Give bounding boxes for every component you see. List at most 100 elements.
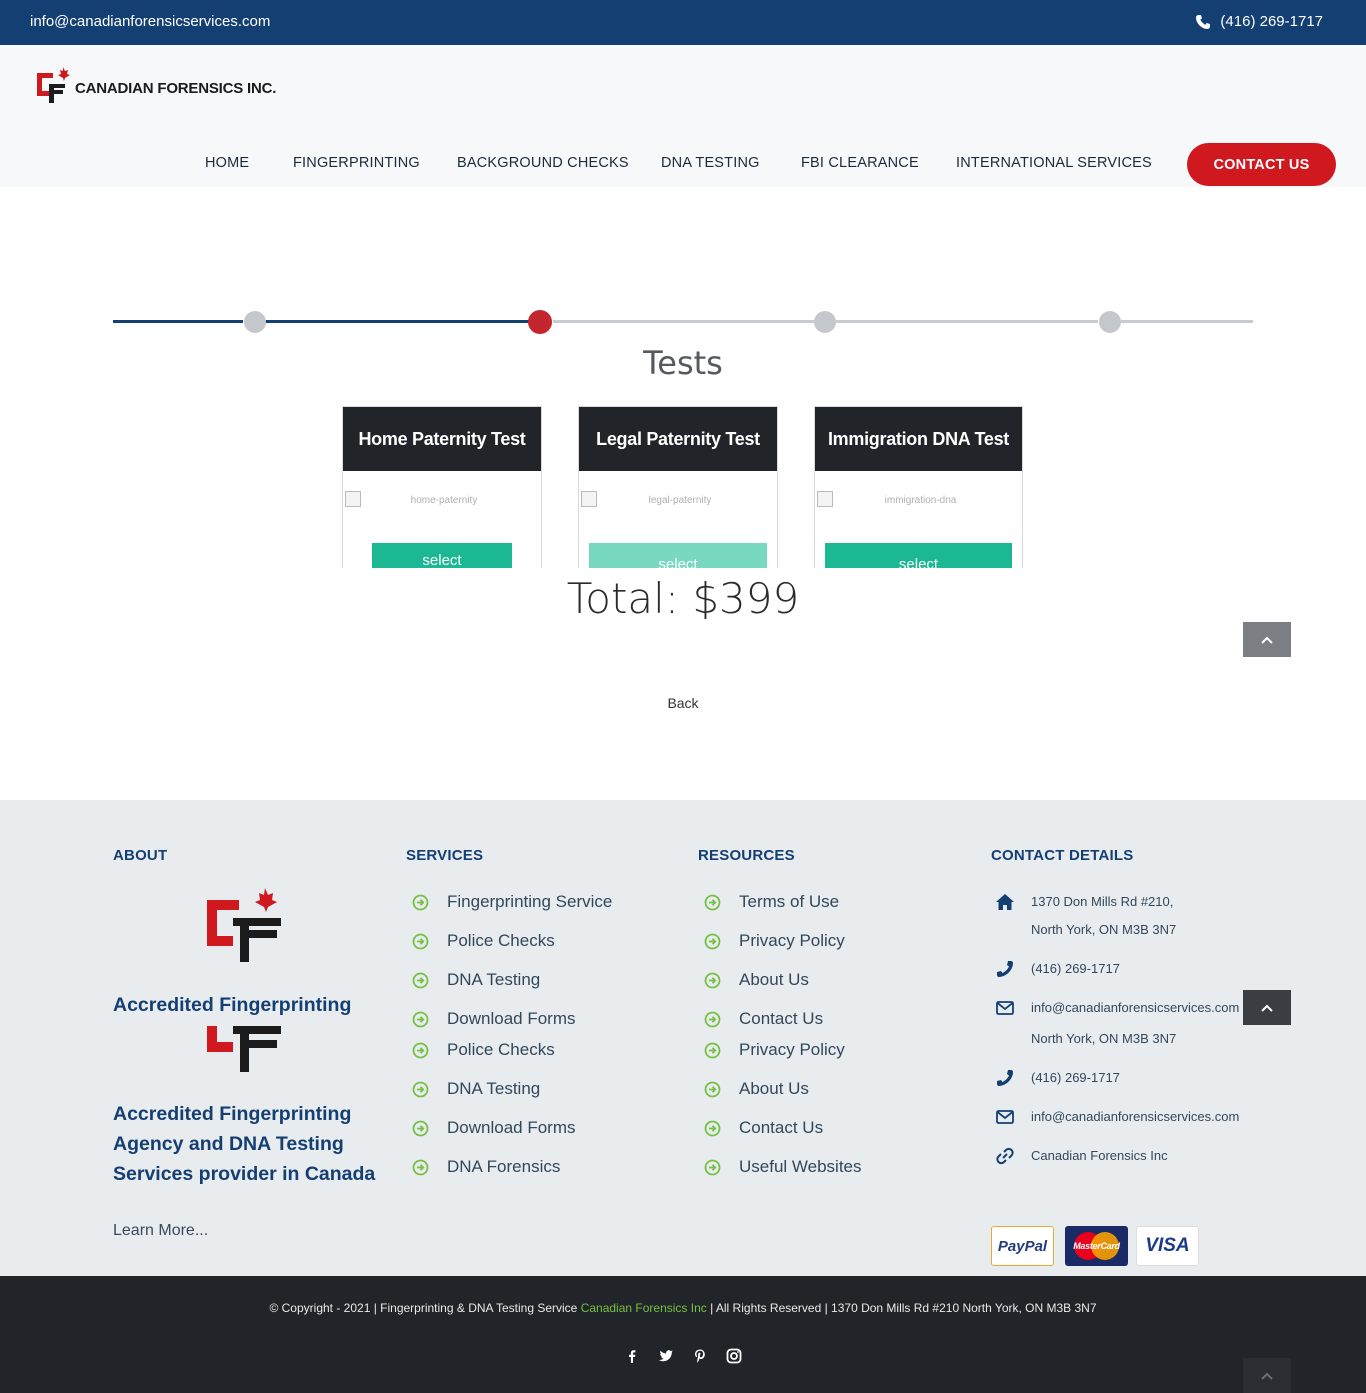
resources-link[interactable]: About Us — [704, 1079, 809, 1099]
arrow-circle-right-icon — [704, 1159, 721, 1175]
services-link[interactable]: Police Checks — [412, 931, 555, 951]
scroll-to-top-button[interactable] — [1243, 1358, 1291, 1393]
copyright-prefix: © Copyright - 2021 | Fingerprinting & DN… — [269, 1301, 581, 1315]
services-link[interactable]: DNA Testing — [412, 1079, 540, 1099]
nav-dna-testing[interactable]: DNA TESTING — [661, 155, 760, 171]
select-button[interactable]: select — [589, 543, 767, 568]
learn-more-link[interactable]: Learn More... — [113, 1222, 208, 1240]
pinterest-icon[interactable] — [692, 1348, 708, 1364]
card-image: legal-paternity — [581, 491, 777, 511]
twitter-icon[interactable] — [658, 1348, 674, 1364]
main-nav: HOME FINGERPRINTING BACKGROUND CHECKS DN… — [0, 143, 1366, 187]
card-title: Immigration DNA Test — [815, 407, 1022, 471]
chevron-up-icon — [1261, 636, 1273, 644]
select-button[interactable]: select — [825, 543, 1012, 568]
copyright-suffix: | All Rights Reserved | 1370 Don Mills R… — [706, 1301, 1097, 1315]
website-label: Canadian Forensics Inc — [1031, 1148, 1168, 1163]
site-logo[interactable]: CANADIAN FORENSICS INC. — [35, 65, 276, 105]
services-link[interactable]: Download Forms — [412, 1009, 576, 1029]
resources-link[interactable]: Privacy Policy — [704, 1040, 845, 1060]
copyright-text: © Copyright - 2021 | Fingerprinting & DN… — [0, 1301, 1366, 1315]
services-link[interactable]: DNA Testing — [412, 970, 540, 990]
arrow-circle-right-icon — [412, 1081, 429, 1097]
total-price: Total: $399 — [566, 574, 800, 623]
link-label: Privacy Policy — [739, 931, 845, 950]
bottom-bar: © Copyright - 2021 | Fingerprinting & DN… — [0, 1276, 1366, 1393]
link-label: Contact Us — [739, 1009, 824, 1028]
mastercard-label: MasterCard — [1073, 1241, 1120, 1251]
email-label: info@canadianforensicservices.com — [1031, 1109, 1240, 1124]
services-link[interactable]: DNA Forensics — [412, 1157, 560, 1177]
arrow-circle-right-icon — [412, 894, 429, 910]
progress-segment-done — [265, 320, 529, 323]
resources-link[interactable]: Contact Us — [704, 1009, 823, 1029]
services-link[interactable]: Download Forms — [412, 1118, 576, 1138]
visa-badge: VISA — [1136, 1226, 1199, 1266]
nav-home[interactable]: HOME — [205, 155, 249, 171]
image-alt-text: legal-paternity — [648, 495, 712, 506]
select-button[interactable]: select — [372, 543, 512, 568]
test-card-home-paternity[interactable]: Home Paternity Test home-paternity selec… — [342, 406, 542, 568]
services-heading: SERVICES — [406, 847, 484, 864]
copyright-link[interactable]: Canadian Forensics Inc — [581, 1301, 707, 1315]
test-card-immigration-dna[interactable]: Immigration DNA Test immigration-dna sel… — [814, 406, 1023, 568]
scroll-to-top-button[interactable] — [1243, 990, 1291, 1025]
services-link[interactable]: Police Checks — [412, 1040, 555, 1060]
footer-logo-repeat-icon — [207, 1026, 281, 1072]
contact-us-button[interactable]: CONTACT US — [1187, 143, 1336, 186]
nav-international-services[interactable]: INTERNATIONAL SERVICES — [956, 155, 1152, 171]
nav-fingerprinting[interactable]: FINGERPRINTING — [293, 155, 420, 171]
about-heading: ABOUT — [113, 847, 168, 864]
instagram-icon[interactable] — [726, 1348, 742, 1364]
brand-name: CANADIAN FORENSICS INC. — [75, 79, 277, 97]
phone-label: (416) 269-1717 — [1031, 961, 1120, 976]
resources-link[interactable]: Terms of Use — [704, 892, 839, 912]
step-progress-bar — [113, 310, 1253, 334]
address-line-2: North York, ON M3B 3N7 — [1031, 1031, 1177, 1046]
link-label: Useful Websites — [739, 1157, 862, 1176]
site-header: CANADIAN FORENSICS INC. HOME FINGERPRINT… — [0, 45, 1366, 187]
nav-background-checks[interactable]: BACKGROUND CHECKS — [457, 155, 629, 171]
arrow-circle-right-icon — [412, 933, 429, 949]
home-icon — [996, 894, 1014, 910]
arrow-circle-right-icon — [412, 1011, 429, 1027]
topbar-email[interactable]: info@canadianforensicservices.com — [30, 13, 270, 30]
card-title: Legal Paternity Test — [579, 407, 777, 471]
topbar-phone[interactable]: (416) 269-1717 — [1195, 13, 1323, 30]
link-label: DNA Testing — [447, 1079, 541, 1098]
facebook-icon[interactable] — [624, 1348, 640, 1364]
chevron-up-icon — [1261, 1004, 1273, 1012]
resources-link[interactable]: About Us — [704, 970, 809, 990]
nav-fbi-clearance[interactable]: FBI CLEARANCE — [801, 155, 919, 171]
phone-icon — [1196, 14, 1211, 29]
phone-icon — [997, 961, 1013, 977]
resources-link[interactable]: Contact Us — [704, 1118, 823, 1138]
phone-icon — [997, 1070, 1013, 1086]
chevron-up-icon — [1261, 1372, 1273, 1380]
footer-logo-icon — [207, 888, 281, 962]
progress-step-5 — [1099, 311, 1121, 333]
resources-heading: RESOURCES — [698, 847, 795, 864]
test-card-legal-paternity[interactable]: Legal Paternity Test legal-paternity sel… — [578, 406, 778, 568]
progress-step-4 — [814, 311, 836, 333]
site-footer: ABOUT SERVICES RESOURCES CONTACT DETAILS… — [0, 800, 1366, 1276]
card-image: immigration-dna — [817, 491, 1022, 511]
arrow-circle-right-icon — [704, 1120, 721, 1136]
progress-segment-pending — [836, 320, 1098, 323]
back-link[interactable]: Back — [0, 695, 1366, 711]
progress-step-1 — [244, 311, 266, 333]
arrow-circle-right-icon — [412, 1042, 429, 1058]
card-image: home-paternity — [345, 491, 541, 511]
paypal-label: PayPal — [997, 1237, 1048, 1255]
resources-link[interactable]: Useful Websites — [704, 1157, 862, 1177]
services-link[interactable]: Fingerprinting Service — [412, 892, 612, 912]
resources-link[interactable]: Privacy Policy — [704, 931, 845, 951]
link-label: Download Forms — [447, 1009, 576, 1028]
scroll-to-top-button[interactable] — [1243, 622, 1291, 657]
about-tagline-short: Accredited Fingerprinting — [113, 994, 352, 1016]
progress-segment-done — [113, 320, 243, 323]
progress-segment-pending — [553, 320, 814, 323]
about-tagline: Accredited Fingerprinting Agency and DNA… — [113, 1103, 376, 1185]
visa-label: VISA — [1145, 1235, 1190, 1256]
topbar-phone-label: (416) 269-1717 — [1220, 13, 1323, 30]
